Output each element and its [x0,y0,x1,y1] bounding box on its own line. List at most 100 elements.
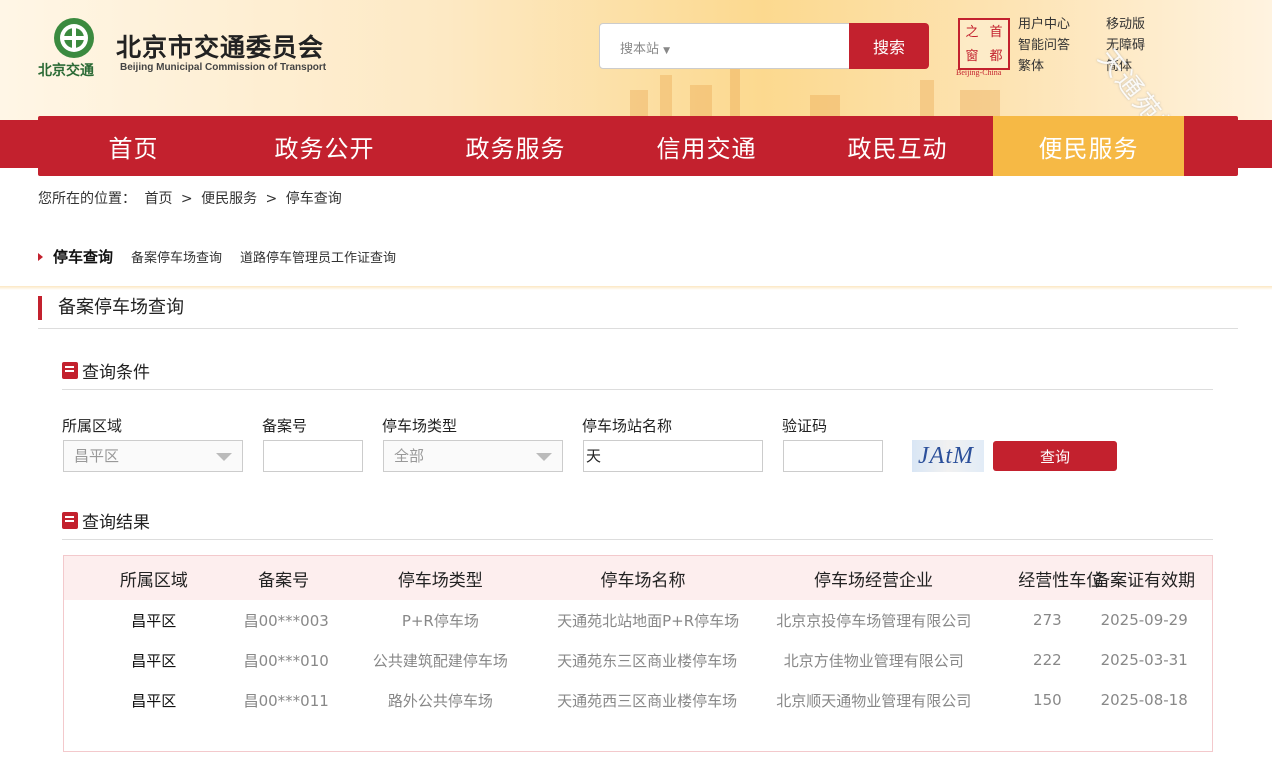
cell-lot-name: 天通苑东三区商业楼停车场 [557,651,738,670]
breadcrumb-item-parking[interactable]: 停车查询 [286,191,342,207]
conditions-title: 查询条件 [82,363,150,383]
cell-spaces: 222 [1033,651,1062,669]
search-scope-label: 搜本站 [620,42,660,57]
divider [38,328,1238,329]
caret-right-icon [38,252,43,261]
lot-type-label: 停车场类型 [382,417,458,435]
nav-item-home[interactable]: 首页 [38,116,229,176]
cell-record-no: 昌00***010 [243,651,329,670]
table-row: 昌平区 昌00***011 路外公共停车场 天通苑西三区商业楼停车场 北京顺天通… [64,680,1212,720]
nav-item-credit-transport[interactable]: 信用交通 [611,116,802,176]
results-heading: 查询结果 [62,508,150,533]
lot-name-label: 停车场站名称 [582,417,673,435]
stamp-char: 首 [989,24,1003,40]
site-title: 北京市交通委员会 [116,33,325,62]
cell-expiry: 2025-03-31 [1100,651,1188,669]
cell-lot-type: P+R停车场 [401,611,479,630]
nav-item-gov-affairs-public[interactable]: 政务公开 [229,116,420,176]
cell-record-no: 昌00***011 [243,691,329,710]
breadcrumb-prefix: 您所在的位置： [38,191,136,207]
smart-qa-link[interactable]: 智能问答 [1018,35,1070,56]
column-header: 备案号 [258,570,310,591]
cell-lot-type: 路外公共停车场 [387,691,493,710]
column-header: 停车场名称 [600,570,686,591]
breadcrumb-separator: > [265,191,278,207]
cell-lot-name: 天通苑北站地面P+R停车场 [557,611,740,630]
nav-item-interaction[interactable]: 政民互动 [802,116,993,176]
stamp-char: 都 [989,48,1003,64]
lot-type-select[interactable]: 全部 [383,440,563,472]
table-row: 昌平区 昌00***003 P+R停车场 天通苑北站地面P+R停车场 北京京投停… [64,600,1212,640]
district-select[interactable]: 昌平区 [63,440,243,472]
site-header: 北京交通 北京市交通委员会 Beijing Municipal Commissi… [0,0,1272,120]
cell-operator: 北京方佳物业管理有限公司 [783,651,964,670]
stamp-subtitle: Beijing-China [956,68,1002,77]
breadcrumb-separator: > [180,191,193,207]
column-header: 停车场经营企业 [814,570,934,591]
logo-text: 北京交通 [38,63,94,79]
cell-operator: 北京京投停车场管理有限公司 [776,611,972,630]
stamp-char: 之 [965,24,979,40]
table-body: 昌平区 昌00***003 P+R停车场 天通苑北站地面P+R停车场 北京京投停… [64,600,1212,720]
cell-spaces: 150 [1033,691,1062,709]
top-links-left: 用户中心 智能问答 繁体 [1018,14,1070,77]
district-label: 所属区域 [62,417,123,435]
capital-window-logo[interactable]: 之 首 窗 都 [958,18,1010,70]
query-button[interactable]: 查询 [993,441,1117,471]
search-scope-dropdown[interactable]: 搜本站 ▼ [620,38,670,57]
breadcrumb-item-home[interactable]: 首页 [144,191,172,207]
nav-item-gov-services[interactable]: 政务服务 [420,116,611,176]
record-no-label: 备案号 [262,417,308,435]
cell-lot-name: 天通苑西三区商业楼停车场 [557,691,738,710]
cell-district: 昌平区 [131,691,177,710]
cell-district: 昌平区 [131,611,177,630]
captcha-image[interactable]: JAtM [912,440,984,472]
cell-district: 昌平区 [131,651,177,670]
chevron-down-icon: ▼ [663,46,671,56]
chevron-down-icon [216,453,232,461]
cell-operator: 北京顺天通物业管理有限公司 [776,691,972,710]
table-row: 昌平区 昌00***010 公共建筑配建停车场 天通苑东三区商业楼停车场 北京方… [64,640,1212,680]
conditions-heading: 查询条件 [62,358,150,383]
breadcrumb: 您所在的位置： 首页 > 便民服务 > 停车查询 [38,188,346,208]
record-no-input[interactable] [263,440,363,472]
subnav-link-registered-lots[interactable]: 备案停车场查询 [131,247,222,266]
cell-lot-type: 公共建筑配建停车场 [372,651,508,670]
cell-expiry: 2025-09-29 [1100,611,1188,629]
captcha-label: 验证码 [782,417,828,435]
chevron-down-icon [536,453,552,461]
column-header: 停车场类型 [397,570,483,591]
table-header: 所属区域 备案号 停车场类型 停车场名称 停车场经营企业 经营性车位 备案证有效… [64,556,1212,600]
results-table: 所属区域 备案号 停车场类型 停车场名称 停车场经营企业 经营性车位 备案证有效… [63,555,1213,752]
divider [62,389,1213,390]
search-doc-icon [62,512,78,529]
lot-name-input[interactable]: 天 [583,440,763,472]
sub-nav: 停车查询 备案停车场查询 道路停车管理员工作证查询 [38,246,414,267]
mobile-version-link[interactable]: 移动版 [1106,14,1145,35]
section-title: 备案停车场查询 [38,296,184,320]
subnav-link-attendant-card[interactable]: 道路停车管理员工作证查询 [240,247,396,266]
search-input[interactable]: 搜本站 ▼ [599,23,851,69]
breadcrumb-item-convenience[interactable]: 便民服务 [201,191,257,207]
search-doc-icon [62,362,78,379]
site-subtitle: Beijing Municipal Commission of Transpor… [120,62,327,73]
main-nav: 首页 政务公开 政务服务 信用交通 政民互动 便民服务 [38,116,1238,176]
results-title: 查询结果 [82,513,150,533]
cell-spaces: 273 [1033,611,1062,629]
column-header: 经营性车位 [1018,570,1104,591]
column-header: 备案证有效期 [1093,570,1196,591]
column-header: 所属区域 [119,570,188,591]
district-value: 昌平区 [74,447,120,465]
cell-record-no: 昌00***003 [243,611,329,630]
divider [0,286,1272,290]
cell-expiry: 2025-08-18 [1100,691,1188,709]
nav-item-convenience-services[interactable]: 便民服务 [993,116,1184,176]
watermark: 天通苑社区网 [1091,43,1219,120]
subnav-current[interactable]: 停车查询 [53,246,113,267]
divider [62,539,1213,540]
lot-type-value: 全部 [394,447,425,465]
search-button[interactable]: 搜索 [849,23,929,69]
user-center-link[interactable]: 用户中心 [1018,14,1070,35]
captcha-input[interactable] [783,440,883,472]
traditional-chinese-link[interactable]: 繁体 [1018,56,1070,77]
